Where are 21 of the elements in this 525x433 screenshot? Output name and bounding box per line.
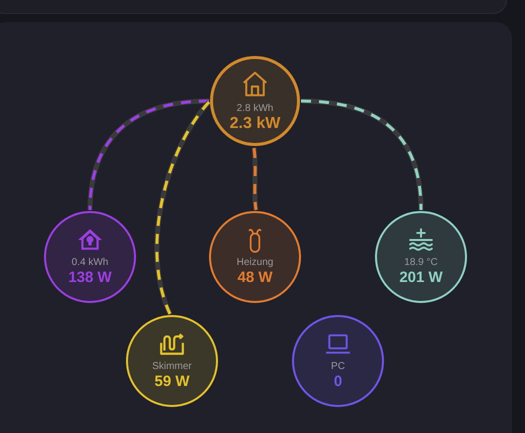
node-caption: PC	[331, 361, 345, 373]
power-value: 48 W	[237, 269, 272, 287]
energy-node[interactable]: Skimmer 59 W	[126, 315, 218, 407]
node-caption: 18.9 °C	[404, 257, 438, 269]
power-value: 59 W	[154, 373, 190, 391]
energy-node[interactable]: 18.9 °C 201 W	[375, 211, 467, 303]
node-caption: 0.4 kWh	[72, 257, 108, 269]
power-value: 0	[334, 373, 342, 391]
heater-coil-icon	[159, 331, 185, 357]
energy-node[interactable]: PC 0	[292, 315, 384, 407]
power-value: 138 W	[68, 269, 112, 287]
node-caption: 2.8 kWh	[236, 103, 274, 115]
energy-node[interactable]: 0.4 kWh 138 W	[44, 211, 136, 303]
power-value: 201 W	[399, 269, 443, 287]
pool-icon	[408, 227, 434, 253]
energy-node[interactable]: Heizung 48 W	[209, 211, 301, 303]
node-caption: Skimmer	[152, 361, 192, 373]
energy-node[interactable]: 2.8 kWh 2.3 kW	[210, 56, 300, 146]
power-value: 2.3 kW	[230, 115, 280, 133]
house-bulb-icon	[77, 227, 103, 253]
node-caption: Heizung	[236, 257, 274, 269]
